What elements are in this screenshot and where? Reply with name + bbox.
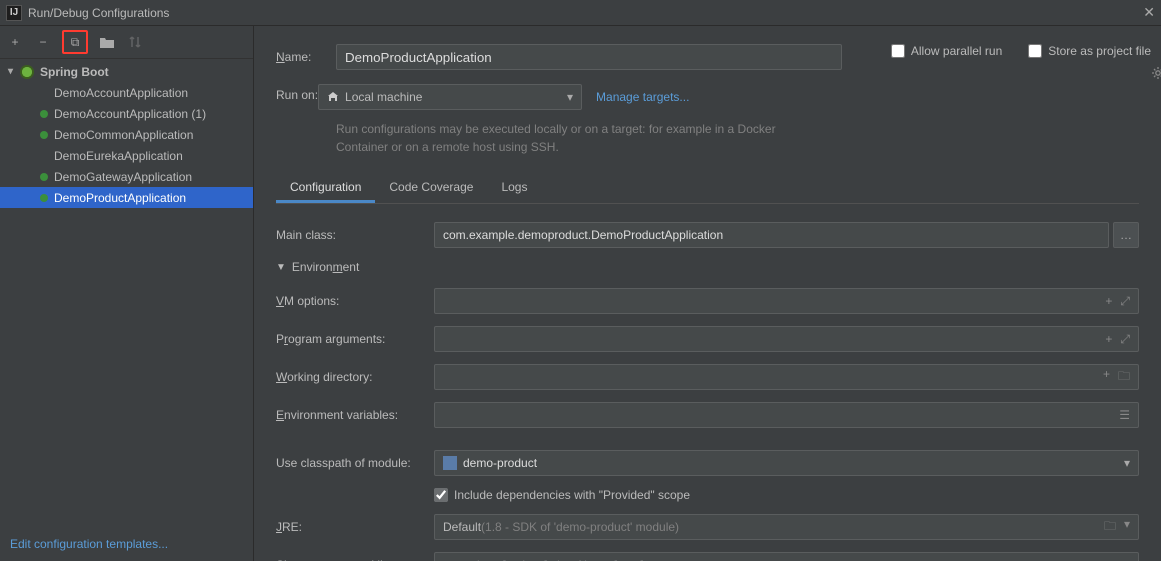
- folder-icon[interactable]: 🗀: [1104, 517, 1116, 538]
- runon-label: Run on:: [276, 84, 318, 102]
- runon-value: Local machine: [345, 90, 422, 104]
- gear-icon[interactable]: [1151, 66, 1161, 80]
- tree-item-label: DemoGatewayApplication: [54, 170, 192, 184]
- tree-item-label: DemoAccountApplication: [54, 86, 188, 100]
- tree-item-label: DemoCommonApplication: [54, 128, 193, 142]
- runon-hint: Run configurations may be executed local…: [336, 120, 796, 156]
- expand-icon[interactable]: ⤢: [1120, 294, 1130, 309]
- add-button[interactable]: +: [6, 33, 24, 51]
- tree-item-label: DemoProductApplication: [54, 191, 186, 205]
- tree-item[interactable]: DemoGatewayApplication: [0, 166, 253, 187]
- module-icon: [443, 456, 457, 470]
- run-indicator-icon: [40, 173, 48, 181]
- chevron-down-icon: ▾: [1124, 456, 1130, 470]
- classpath-select[interactable]: demo-product ▾: [434, 450, 1139, 476]
- working-dir-input[interactable]: +🗀: [434, 364, 1139, 390]
- add-icon[interactable]: +: [1105, 294, 1112, 309]
- tab-configuration[interactable]: Configuration: [276, 174, 375, 203]
- vm-options-label: VM options:: [276, 294, 434, 308]
- name-label: Name:: [276, 50, 336, 64]
- tree-item-label: DemoAccountApplication (1): [54, 107, 206, 121]
- run-indicator-icon: [40, 110, 48, 118]
- name-input[interactable]: [336, 44, 842, 70]
- config-tabs: Configuration Code Coverage Logs: [276, 174, 1139, 204]
- tree-item[interactable]: DemoAccountApplication: [0, 82, 253, 103]
- store-project-checkbox[interactable]: Store as project file: [1028, 44, 1151, 58]
- run-indicator-icon: [40, 89, 48, 97]
- tree-item[interactable]: DemoEurekaApplication: [0, 145, 253, 166]
- environment-section-toggle[interactable]: ▼ Environment: [276, 260, 1139, 274]
- jre-label: JRE:: [276, 520, 434, 534]
- classpath-label: Use classpath of module:: [276, 456, 434, 470]
- remove-button[interactable]: −: [34, 33, 52, 51]
- program-args-label: Program arguments:: [276, 332, 434, 346]
- config-tree: ▾ Spring Boot DemoAccountApplication Dem…: [0, 59, 253, 527]
- edit-templates-link[interactable]: Edit configuration templates...: [10, 537, 168, 551]
- sort-button[interactable]: [126, 33, 144, 51]
- triangle-down-icon: ▼: [276, 262, 286, 273]
- config-toolbar: + − ⧉: [0, 26, 253, 59]
- shorten-select[interactable]: none - java [options] className [args] ▾: [434, 552, 1139, 561]
- intellij-icon: IJ: [6, 5, 22, 21]
- tree-root-spring-boot[interactable]: ▾ Spring Boot: [0, 61, 253, 82]
- tree-item[interactable]: DemoCommonApplication: [0, 124, 253, 145]
- allow-parallel-checkbox[interactable]: Allow parallel run: [891, 44, 1002, 58]
- working-dir-label: Working directory:: [276, 370, 434, 384]
- copy-button[interactable]: ⧉: [66, 33, 84, 51]
- chevron-down-icon: ▾: [1124, 517, 1130, 538]
- folder-button[interactable]: [98, 33, 116, 51]
- run-indicator-icon: [40, 131, 48, 139]
- list-icon[interactable]: ☰: [1119, 408, 1130, 422]
- expand-icon[interactable]: ⤢: [1120, 332, 1130, 347]
- store-project-label: Store as project file: [1048, 44, 1151, 58]
- jre-value-prefix: Default: [443, 520, 481, 534]
- home-icon: [327, 91, 339, 103]
- chevron-down-icon: ▾: [8, 66, 20, 77]
- classpath-value: demo-product: [463, 456, 537, 470]
- tab-logs[interactable]: Logs: [487, 174, 541, 203]
- jre-select[interactable]: Default (1.8 - SDK of 'demo-product' mod…: [434, 514, 1139, 540]
- chevron-down-icon: ▾: [567, 90, 573, 104]
- tree-item-selected[interactable]: DemoProductApplication: [0, 187, 253, 208]
- browse-class-button[interactable]: …: [1113, 222, 1139, 248]
- add-icon[interactable]: +: [1105, 332, 1112, 347]
- close-icon[interactable]: ✕: [1143, 4, 1155, 21]
- jre-value-detail: (1.8 - SDK of 'demo-product' module): [481, 520, 679, 534]
- window-title: Run/Debug Configurations: [28, 6, 169, 20]
- tab-code-coverage[interactable]: Code Coverage: [375, 174, 487, 203]
- main-class-input[interactable]: [434, 222, 1109, 248]
- allow-parallel-label: Allow parallel run: [911, 44, 1002, 58]
- include-deps-label: Include dependencies with "Provided" sco…: [454, 488, 690, 502]
- vm-options-input[interactable]: +⤢: [434, 288, 1139, 314]
- tree-root-label: Spring Boot: [40, 65, 109, 79]
- run-indicator-icon: [40, 152, 48, 160]
- env-vars-input[interactable]: ☰: [434, 402, 1139, 428]
- spring-boot-icon: [20, 65, 34, 79]
- tree-item[interactable]: DemoAccountApplication (1): [0, 103, 253, 124]
- run-indicator-icon: [40, 194, 48, 202]
- env-vars-label: Environment variables:: [276, 408, 434, 422]
- manage-targets-link[interactable]: Manage targets...: [596, 90, 689, 104]
- add-icon[interactable]: +: [1103, 367, 1110, 388]
- include-deps-checkbox[interactable]: Include dependencies with "Provided" sco…: [434, 488, 690, 502]
- program-args-input[interactable]: +⤢: [434, 326, 1139, 352]
- folder-icon[interactable]: 🗀: [1118, 367, 1130, 388]
- runon-select[interactable]: Local machine ▾: [318, 84, 582, 110]
- main-class-label: Main class:: [276, 228, 434, 242]
- tree-item-label: DemoEurekaApplication: [54, 149, 183, 163]
